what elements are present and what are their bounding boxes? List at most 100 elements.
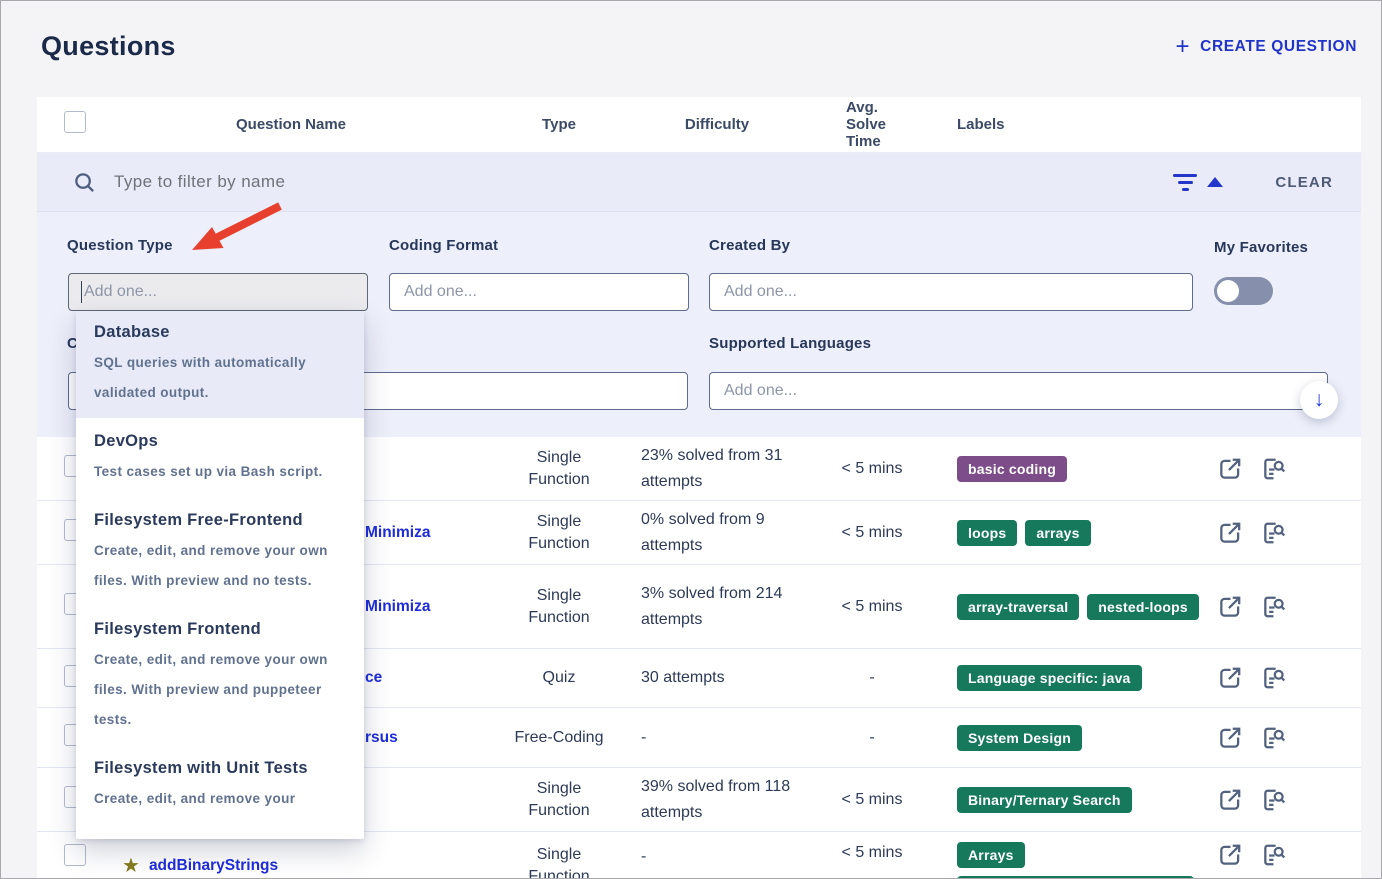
open-in-new-window-icon[interactable] [1217,665,1243,691]
dropdown-item[interactable]: Filesystem Free-Frontend Create, edit, a… [76,497,364,606]
supported-languages-label: Supported Languages [709,335,871,352]
table-row: ★ addBinaryStrings Single Function - < 5… [37,832,1361,879]
column-header-labels: Labels [947,116,1207,133]
avg-solve-time-cell: < 5 mins [797,844,947,862]
difficulty-cell: 23% solved from 31 attempts [641,447,782,490]
dropdown-item-title: Filesystem Frontend [94,620,346,639]
type-cell: Free-Coding [509,727,609,749]
favorite-star-icon[interactable]: ★ [122,856,140,876]
question-type-input[interactable]: Add one... [68,273,368,311]
difficulty-cell: 3% solved from 214 attempts [641,585,782,628]
dropdown-item[interactable]: DevOps Test cases set up via Bash script… [76,418,364,497]
difficulty-cell: - [641,729,646,746]
label-badge: Binary/Ternary Search [957,787,1132,813]
labels-cell: loops arrays [957,520,1202,546]
text-caret [81,281,82,303]
dropdown-item-title: Filesystem with Unit Tests [94,759,346,778]
created-by-input[interactable] [709,273,1193,311]
difficulty-cell: 30 attempts [641,669,725,686]
difficulty-cell: 39% solved from 118 attempts [641,778,790,821]
question-name-link[interactable]: rsus [365,729,398,747]
open-in-new-window-icon[interactable] [1217,787,1243,813]
preview-question-icon[interactable] [1261,594,1287,620]
type-cell: Single Function [509,511,609,555]
preview-question-icon[interactable] [1261,665,1287,691]
scroll-down-button[interactable]: ↓ [1300,381,1338,419]
row-checkbox[interactable] [64,844,86,866]
preview-question-icon[interactable] [1261,456,1287,482]
column-header-type: Type [481,116,637,133]
avg-solve-time-cell: < 5 mins [797,524,947,542]
create-question-label: CREATE QUESTION [1200,38,1357,56]
search-icon [73,171,96,194]
label-badge: loops [957,520,1017,546]
dropdown-item-title: Database [94,323,346,342]
create-question-button[interactable]: + CREATE QUESTION [1176,37,1357,57]
dropdown-item-title: DevOps [94,432,346,451]
table-header-row: Question Name Type Difficulty Avg. Solve… [37,97,1361,153]
column-header-question-name: Question Name [101,97,481,152]
labels-cell: array-traversal nested-loops [957,594,1202,620]
open-in-new-window-icon[interactable] [1217,842,1243,868]
type-cell: Single Function [509,778,609,822]
column-header-avg-solve-time: Avg. Solve Time [846,99,898,150]
dropdown-item-description: Test cases set up via Bash script. [94,457,346,487]
clear-filters-button[interactable]: CLEAR [1275,174,1333,191]
arrow-down-icon: ↓ [1314,388,1325,412]
open-in-new-window-icon[interactable] [1217,456,1243,482]
type-cell: Single Function [509,447,609,491]
avg-solve-time-cell: < 5 mins [797,791,947,809]
preview-question-icon[interactable] [1261,520,1287,546]
my-favorites-label: My Favorites [1214,239,1308,256]
collapse-filters-control[interactable] [1173,174,1223,191]
dropdown-item-description: Create, edit, and remove your own files.… [94,645,346,735]
labels-cell: Binary/Ternary Search [957,787,1202,813]
open-in-new-window-icon[interactable] [1217,594,1243,620]
preview-question-icon[interactable] [1261,842,1287,868]
label-badge: nested-loops [1087,594,1199,620]
dropdown-item[interactable]: Database SQL queries with automatically … [76,311,364,418]
page-title: Questions [41,31,176,62]
open-in-new-window-icon[interactable] [1217,520,1243,546]
question-name-cell: ★ addBinaryStrings [122,856,278,876]
question-name-link[interactable]: Minimiza [365,524,430,542]
question-name-link[interactable]: Minimiza [365,598,430,616]
labels-cell: Arrays [957,842,1202,879]
label-badge: Language specific: java [957,665,1142,691]
question-type-dropdown: Database SQL queries with automatically … [76,311,364,839]
dropdown-item-description: Create, edit, and remove your own files.… [94,536,346,596]
preview-question-icon[interactable] [1261,787,1287,813]
avg-solve-time-cell: - [797,669,947,687]
name-filter-input[interactable] [114,172,1173,192]
open-in-new-window-icon[interactable] [1217,725,1243,751]
dropdown-item-title: Filesystem Free-Frontend [94,511,346,530]
supported-languages-input[interactable] [709,372,1328,410]
label-badge: arrays [1025,520,1090,546]
avg-solve-time-cell: < 5 mins [797,460,947,478]
difficulty-cell: - [641,848,646,865]
created-by-label: Created By [709,237,790,254]
dropdown-item-description: Create, edit, and remove your [94,784,346,814]
coding-format-label: Coding Format [389,237,498,254]
dropdown-item-description: SQL queries with automatically validated… [94,348,346,408]
dropdown-item[interactable]: Filesystem Frontend Create, edit, and re… [76,606,364,745]
type-cell: Single Function [509,844,609,879]
select-all-checkbox[interactable] [64,111,86,133]
plus-icon: + [1176,37,1191,57]
dropdown-item[interactable]: Filesystem with Unit Tests Create, edit,… [76,745,364,824]
column-header-difficulty: Difficulty [637,116,797,133]
label-badge: Arrays [957,842,1025,868]
my-favorites-toggle[interactable] [1214,277,1273,305]
question-name-link[interactable]: addBinaryStrings [149,857,278,875]
preview-question-icon[interactable] [1261,725,1287,751]
type-cell: Single Function [509,585,609,629]
label-badge: array-traversal [957,594,1079,620]
triangle-up-icon [1207,177,1223,187]
coding-format-input[interactable] [389,273,689,311]
question-name-link[interactable]: ce [365,669,382,687]
type-cell: Quiz [509,667,609,689]
labels-cell: Language specific: java [957,665,1202,691]
filter-icon [1173,174,1197,191]
avg-solve-time-cell: < 5 mins [797,598,947,616]
difficulty-cell: 0% solved from 9 attempts [641,511,765,554]
